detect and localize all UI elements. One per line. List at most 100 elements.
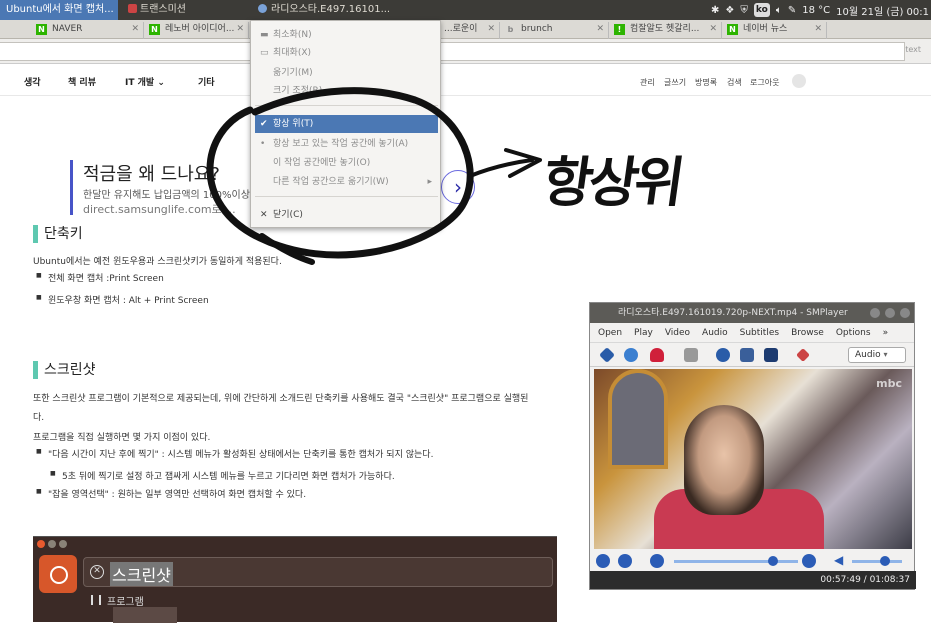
- paragraph: 다.: [33, 413, 45, 423]
- menu-open[interactable]: Open: [598, 323, 622, 342]
- tab-brunch[interactable]: b brunch ✕: [501, 22, 609, 39]
- seek-handle[interactable]: [768, 556, 778, 566]
- maximize-icon: ▭: [260, 48, 269, 58]
- list-item: 5초 뒤에 찍기로 설정 하고 잽싸게 시스템 메뉴를 누르고 기다리면 화면 …: [50, 469, 395, 482]
- input-method-indicator[interactable]: ko: [753, 3, 770, 17]
- minimize-button[interactable]: [870, 308, 880, 318]
- bluetooth-icon[interactable]: ✱: [711, 5, 719, 16]
- clock[interactable]: 10월 21일 (금) 00:1: [836, 3, 929, 18]
- nav-link-guestbook[interactable]: 방명록: [695, 77, 717, 88]
- preferences-icon[interactable]: [796, 348, 810, 362]
- menu-browse[interactable]: Browse: [791, 323, 824, 342]
- open-file-icon[interactable]: [599, 347, 615, 363]
- taskbar-item-transmission[interactable]: 트랜스미션: [124, 0, 234, 20]
- ad-next-button[interactable]: ›: [441, 170, 475, 204]
- playlist-icon[interactable]: [740, 348, 754, 362]
- stop-button[interactable]: [618, 554, 632, 568]
- menu-item-move-to-workspace[interactable]: 다른 작업 공간으로 옮기기(W) ▸: [255, 173, 438, 191]
- volume-handle[interactable]: [880, 556, 890, 566]
- volume-icon[interactable]: 🔈︎: [776, 5, 782, 16]
- blog-navigation: 생각 책 리뷰 IT 개발 ⌄ 기타 관리 글쓰기 방명록 검색 로그아웃: [0, 66, 931, 96]
- close-icon[interactable]: ✕: [487, 22, 495, 37]
- menu-audio[interactable]: Audio: [702, 323, 728, 342]
- menu-separator: [255, 196, 438, 197]
- menu-item-this-workspace-only[interactable]: 이 작업 공간에만 놓기(O): [255, 154, 438, 172]
- nav-item-it-dev[interactable]: IT 개발 ⌄: [125, 75, 165, 88]
- volume-icon[interactable]: ◀: [834, 553, 843, 567]
- menu-subtitles[interactable]: Subtitles: [740, 323, 779, 342]
- weather-indicator[interactable]: 18 °C: [802, 5, 830, 16]
- brunch-icon: b: [507, 25, 514, 34]
- section-title-shortcut: 단축키: [33, 225, 83, 243]
- nav-item-thought[interactable]: 생각: [24, 75, 41, 88]
- tab-comjal[interactable]: ! 컴잘알도 헷갈리... ✕: [610, 22, 722, 39]
- menu-item-close[interactable]: ✕ 닫기(C): [255, 206, 438, 224]
- chevron-down-icon: ▾: [883, 350, 888, 359]
- network-icon[interactable]: ✎: [788, 5, 796, 16]
- menu-item-resize[interactable]: 크기 조정(R): [255, 82, 438, 100]
- taskbar-item-screenshot-article[interactable]: Ubuntu에서 화면 캡처...: [0, 0, 118, 20]
- system-tray: ✱ ❖ ⛨ ko 🔈︎ ✎ 18 °C 10월 21일 (금) 00:1: [711, 0, 931, 20]
- audio-label: Audio: [855, 350, 881, 360]
- ubuntu-dash-image: ✕ 스크린샷 프로그램: [33, 536, 557, 623]
- video-person-face: [684, 405, 764, 515]
- menu-more[interactable]: »: [883, 323, 889, 342]
- menu-item-label: 항상 보고 있는 작업 공간에 놓기(A): [273, 139, 409, 149]
- close-icon[interactable]: ✕: [131, 22, 139, 37]
- naver-icon: N: [149, 24, 160, 35]
- video-frame[interactable]: mbc: [594, 369, 912, 549]
- audio-track-select[interactable]: Audio ▾: [848, 347, 906, 363]
- maximize-button[interactable]: [885, 308, 895, 318]
- favorites-icon[interactable]: [650, 348, 664, 362]
- close-icon[interactable]: ✕: [236, 22, 244, 37]
- menu-item-always-on-top[interactable]: ✔ 항상 위(T): [255, 115, 438, 133]
- close-icon[interactable]: ✕: [709, 22, 717, 37]
- screenshot-icon[interactable]: [764, 348, 778, 362]
- taskbar-item-smplayer[interactable]: 라디오스타.E497.16101...: [254, 0, 414, 20]
- menu-item-move[interactable]: 옮기기(M): [255, 64, 438, 82]
- url-input[interactable]: [0, 42, 905, 61]
- forward-button[interactable]: [802, 554, 816, 568]
- seek-bar[interactable]: [674, 560, 798, 563]
- tab-naver-news[interactable]: N 네이버 뉴스 ✕: [723, 22, 827, 39]
- naver-icon: N: [727, 24, 738, 35]
- player-titlebar[interactable]: 라디오스타.E497.161019.720p-NEXT.mp4 - SMPlay…: [590, 303, 914, 323]
- menu-item-minimize[interactable]: ▬ 최소화(N): [255, 26, 438, 44]
- nav-item-book-review[interactable]: 책 리뷰: [68, 75, 96, 88]
- minimize-icon: ▬: [260, 30, 269, 40]
- menu-play[interactable]: Play: [634, 323, 653, 342]
- nav-link-admin[interactable]: 관리: [640, 77, 655, 88]
- player-time: 00:57:49 / 01:08:37: [590, 571, 916, 589]
- play-button[interactable]: [596, 554, 610, 568]
- nav-link-search[interactable]: 검색: [727, 77, 742, 88]
- volume-slider[interactable]: [852, 560, 902, 563]
- nav-item-etc[interactable]: 기타: [198, 75, 215, 88]
- menu-item-maximize[interactable]: ▭ 최대화(X): [255, 44, 438, 62]
- dice-icon[interactable]: [684, 348, 698, 362]
- tab-partial[interactable]: ...로운이 ✕: [440, 22, 500, 39]
- globe-icon[interactable]: [624, 348, 638, 362]
- shield-icon[interactable]: ⛨: [740, 5, 748, 16]
- close-icon[interactable]: ✕: [814, 22, 822, 37]
- list-item: 전체 화면 캡처 :Print Screen: [36, 271, 164, 284]
- avatar[interactable]: [792, 74, 806, 88]
- close-icon[interactable]: ✕: [596, 22, 604, 37]
- menu-options[interactable]: Options: [836, 323, 871, 342]
- annotation-text: 항상위: [538, 150, 685, 214]
- tab-naver[interactable]: N NAVER ✕: [32, 22, 144, 39]
- tab-label: 레노버 아이디어...: [165, 24, 235, 34]
- dropbox-icon[interactable]: ❖: [725, 5, 734, 16]
- menu-item-label: 항상 위(T): [273, 119, 314, 129]
- nav-link-write[interactable]: 글쓰기: [664, 77, 686, 88]
- rewind-button[interactable]: [650, 554, 664, 568]
- system-top-bar: Ubuntu에서 화면 캡처... 트랜스미션 라디오스타.E497.16101…: [0, 0, 931, 20]
- close-button[interactable]: [900, 308, 910, 318]
- naver-icon: N: [36, 24, 47, 35]
- menu-video[interactable]: Video: [665, 323, 690, 342]
- tab-lenovo[interactable]: N 레노버 아이디어... ✕: [145, 22, 249, 39]
- nav-link-logout[interactable]: 로그아웃: [750, 77, 779, 88]
- smplayer-window[interactable]: 라디오스타.E497.161019.720p-NEXT.mp4 - SMPlay…: [589, 302, 916, 590]
- menu-item-always-visible-workspace[interactable]: • 항상 보고 있는 작업 공간에 놓기(A): [255, 135, 438, 153]
- info-icon[interactable]: [716, 348, 730, 362]
- taskbar-label: 라디오스타.E497.16101...: [271, 4, 391, 15]
